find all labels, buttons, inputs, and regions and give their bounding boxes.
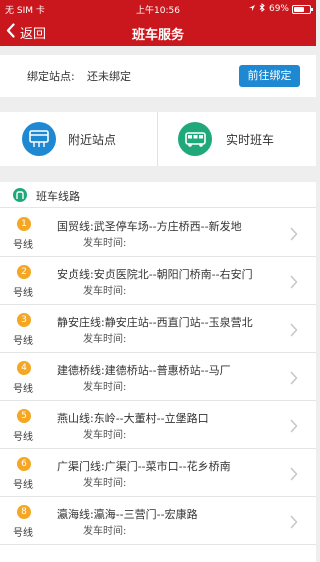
route-name: 静安庄线:静安庄站--西直门站--玉泉营北 (57, 316, 253, 329)
routes-section: 班车线路 1 号线 国贸线:武圣停车场--方庄桥西--新发地 发车时间: 2 号线 安贞线:… (0, 182, 316, 562)
route-name: 广渠门线:广渠门--菜市口--花乡桥南 (57, 460, 231, 473)
route-number-badge: 4 (17, 361, 31, 375)
location-icon (248, 4, 256, 15)
departure-time-label: 发车时间: (83, 286, 127, 297)
status-bar: 无 SIM 卡 上午10:56 69% (0, 0, 316, 18)
route-number-badge: 2 (17, 265, 31, 279)
departure-time-label: 发车时间: (83, 430, 127, 441)
battery-fill (294, 6, 305, 12)
route-number-suffix: 号线 (13, 432, 33, 443)
route-name: 建德桥线:建德桥站--普惠桥站--马厂 (57, 364, 231, 377)
go-bind-button[interactable]: 前往绑定 (239, 65, 300, 87)
route-number-suffix: 号线 (13, 288, 33, 299)
departure-time-label: 发车时间: (83, 334, 127, 345)
route-number-badge: 8 (17, 505, 31, 519)
route-row[interactable]: 8 号线 瀛海线:瀛海--三营门--宏康路发车时间: (0, 497, 316, 545)
route-number-suffix: 号线 (13, 528, 33, 539)
battery-icon (292, 4, 313, 14)
bluetooth-icon (259, 3, 266, 15)
chevron-right-icon (290, 322, 298, 341)
routes-header: 班车线路 (0, 182, 316, 208)
route-name: 燕山线:东岭--大董村--立堡路口 (57, 412, 209, 425)
route-row[interactable]: 1 号线 国贸线:武圣停车场--方庄桥西--新发地发车时间: (0, 209, 316, 257)
nav-bar: 返回 班车服务 (0, 18, 316, 46)
route-row[interactable]: 5 号线 燕山线:东岭--大董村--立堡路口发车时间: (0, 401, 316, 449)
binding-section: 绑定站点: 还未绑定 前往绑定 (0, 55, 316, 97)
routes-title: 班车线路 (36, 190, 80, 203)
nearby-stops-label: 附近站点 (68, 133, 117, 147)
realtime-bus-button[interactable]: 实时班车 (158, 112, 316, 166)
route-number-suffix: 号线 (13, 384, 33, 395)
route-icon (13, 188, 27, 202)
chevron-right-icon (290, 370, 298, 389)
departure-time-label: 发车时间: (83, 238, 127, 249)
battery-percent: 69% (268, 4, 289, 14)
realtime-bus-label: 实时班车 (226, 133, 275, 147)
chevron-right-icon (290, 274, 298, 293)
route-row[interactable]: 2 号线 安贞线:安贞医院北--朝阳门桥南--右安门发车时间: (0, 257, 316, 305)
route-row[interactable]: 6 号线 广渠门线:广渠门--菜市口--花乡桥南发车时间: (0, 449, 316, 497)
departure-time-label: 发车时间: (83, 478, 127, 489)
route-number-suffix: 号线 (13, 480, 33, 491)
route-number-badge: 3 (17, 313, 31, 327)
status-icons: 69% (248, 3, 313, 15)
route-number-badge: 5 (17, 409, 31, 423)
nearby-stops-button[interactable]: 附近站点 (0, 112, 158, 166)
route-name: 瀛海线:瀛海--三营门--宏康路 (57, 508, 198, 521)
binding-label: 绑定站点: (27, 70, 75, 83)
route-number-badge: 6 (17, 457, 31, 471)
route-row[interactable]: 4 号线 建德桥线:建德桥站--普惠桥站--马厂发车时间: (0, 353, 316, 401)
route-number-badge: 1 (17, 217, 31, 231)
route-name: 安贞线:安贞医院北--朝阳门桥南--右安门 (57, 268, 253, 281)
bus-stop-sign-icon (22, 122, 56, 156)
quick-actions: 附近站点 实时班车 (0, 112, 316, 166)
bus-icon (178, 122, 212, 156)
departure-time-label: 发车时间: (83, 382, 127, 393)
page-title: 班车服务 (131, 28, 184, 43)
route-name: 国贸线:武圣停车场--方庄桥西--新发地 (57, 220, 242, 233)
departure-time-label: 发车时间: (83, 526, 127, 537)
chevron-right-icon (290, 466, 298, 485)
binding-value: 还未绑定 (87, 70, 131, 83)
chevron-right-icon (290, 226, 298, 245)
route-number-suffix: 号线 (13, 240, 33, 251)
route-number-suffix: 号线 (13, 336, 33, 347)
route-row[interactable]: 3 号线 静安庄线:静安庄站--西直门站--玉泉营北发车时间: (0, 305, 316, 353)
chevron-right-icon (290, 418, 298, 437)
chevron-right-icon (290, 514, 298, 533)
